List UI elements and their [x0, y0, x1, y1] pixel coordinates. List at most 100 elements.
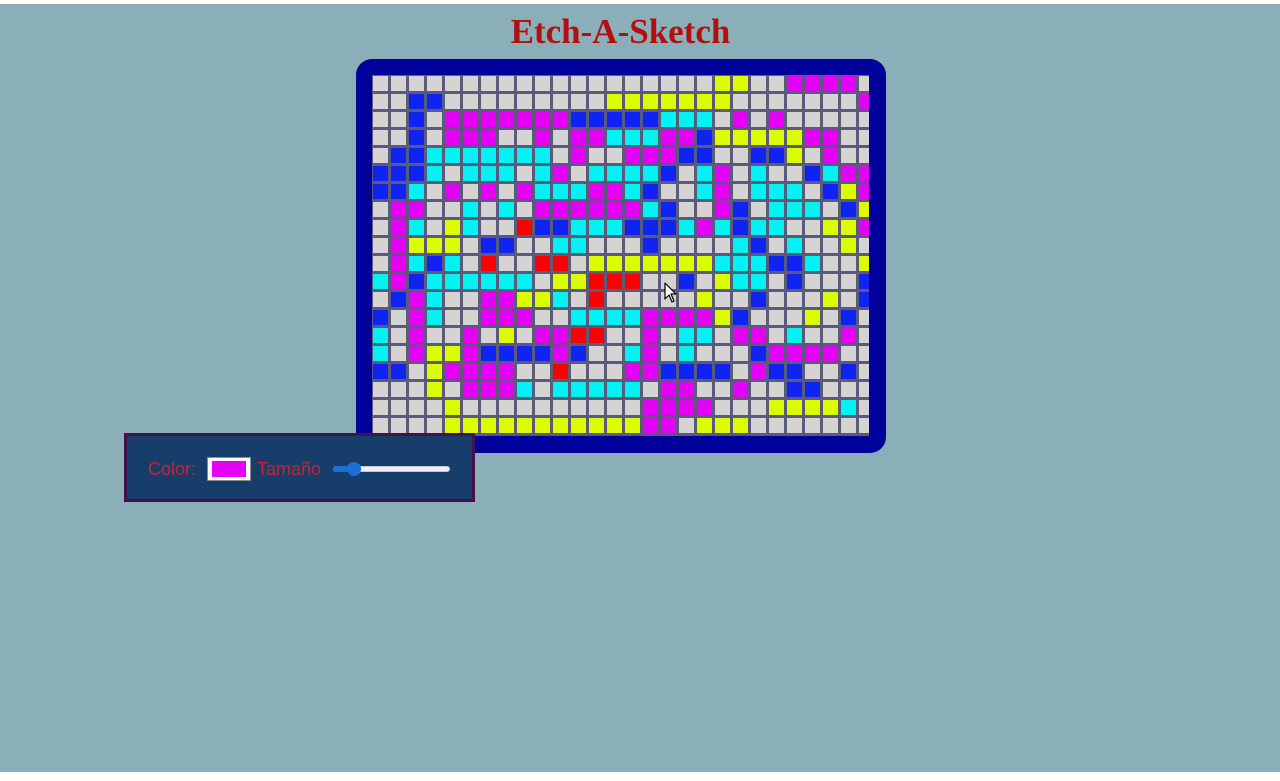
grid-cell[interactable]	[426, 111, 443, 128]
grid-cell[interactable]	[390, 255, 407, 272]
grid-cell[interactable]	[768, 75, 785, 92]
grid-cell[interactable]	[390, 273, 407, 290]
grid-cell[interactable]	[444, 291, 461, 308]
grid-cell[interactable]	[444, 111, 461, 128]
grid-cell[interactable]	[570, 147, 587, 164]
grid-cell[interactable]	[606, 237, 623, 254]
grid-cell[interactable]	[444, 201, 461, 218]
grid-cell[interactable]	[786, 273, 803, 290]
grid-cell[interactable]	[498, 363, 515, 380]
grid-cell[interactable]	[840, 147, 857, 164]
grid-cell[interactable]	[714, 327, 731, 344]
grid-cell[interactable]	[588, 309, 605, 326]
grid-cell[interactable]	[480, 291, 497, 308]
grid-cell[interactable]	[444, 381, 461, 398]
grid-cell[interactable]	[858, 363, 869, 380]
grid-cell[interactable]	[606, 255, 623, 272]
grid-cell[interactable]	[696, 399, 713, 416]
grid-cell[interactable]	[408, 363, 425, 380]
grid-cell[interactable]	[534, 417, 551, 434]
grid-cell[interactable]	[840, 219, 857, 236]
grid-cell[interactable]	[696, 147, 713, 164]
grid-cell[interactable]	[840, 237, 857, 254]
grid-cell[interactable]	[768, 129, 785, 146]
grid-cell[interactable]	[606, 183, 623, 200]
grid-cell[interactable]	[426, 93, 443, 110]
grid-cell[interactable]	[516, 363, 533, 380]
grid-cell[interactable]	[516, 111, 533, 128]
grid-cell[interactable]	[714, 219, 731, 236]
grid-cell[interactable]	[732, 147, 749, 164]
grid-cell[interactable]	[570, 291, 587, 308]
grid-cell[interactable]	[678, 75, 695, 92]
grid-cell[interactable]	[444, 147, 461, 164]
grid-cell[interactable]	[840, 381, 857, 398]
grid-cell[interactable]	[498, 309, 515, 326]
grid-cell[interactable]	[822, 363, 839, 380]
grid-cell[interactable]	[498, 273, 515, 290]
grid-cell[interactable]	[534, 183, 551, 200]
grid-cell[interactable]	[552, 327, 569, 344]
grid-cell[interactable]	[462, 111, 479, 128]
grid-cell[interactable]	[822, 255, 839, 272]
grid-cell[interactable]	[822, 201, 839, 218]
grid-cell[interactable]	[534, 129, 551, 146]
grid-cell[interactable]	[840, 327, 857, 344]
grid-cell[interactable]	[678, 399, 695, 416]
grid-cell[interactable]	[534, 309, 551, 326]
grid-cell[interactable]	[660, 111, 677, 128]
grid-cell[interactable]	[462, 165, 479, 182]
grid-cell[interactable]	[696, 309, 713, 326]
grid-cell[interactable]	[858, 165, 869, 182]
grid-cell[interactable]	[750, 183, 767, 200]
grid-cell[interactable]	[786, 309, 803, 326]
grid-cell[interactable]	[408, 327, 425, 344]
grid-cell[interactable]	[858, 183, 869, 200]
grid-cell[interactable]	[480, 273, 497, 290]
grid-cell[interactable]	[642, 309, 659, 326]
grid-cell[interactable]	[624, 417, 641, 434]
grid-cell[interactable]	[426, 219, 443, 236]
grid-cell[interactable]	[642, 183, 659, 200]
grid-cell[interactable]	[624, 291, 641, 308]
grid-cell[interactable]	[444, 219, 461, 236]
grid-cell[interactable]	[696, 183, 713, 200]
grid-cell[interactable]	[408, 93, 425, 110]
grid-cell[interactable]	[462, 345, 479, 362]
grid-cell[interactable]	[408, 183, 425, 200]
grid-cell[interactable]	[588, 363, 605, 380]
grid-cell[interactable]	[534, 219, 551, 236]
grid-cell[interactable]	[660, 93, 677, 110]
grid-cell[interactable]	[804, 273, 821, 290]
grid-cell[interactable]	[570, 273, 587, 290]
grid-cell[interactable]	[822, 309, 839, 326]
grid-cell[interactable]	[444, 309, 461, 326]
grid-cell[interactable]	[822, 93, 839, 110]
grid-cell[interactable]	[624, 219, 641, 236]
grid-cell[interactable]	[606, 165, 623, 182]
grid-cell[interactable]	[768, 93, 785, 110]
grid-cell[interactable]	[444, 345, 461, 362]
grid-cell[interactable]	[786, 165, 803, 182]
grid-cell[interactable]	[498, 327, 515, 344]
grid-cell[interactable]	[804, 309, 821, 326]
grid-cell[interactable]	[768, 327, 785, 344]
grid-cell[interactable]	[750, 417, 767, 434]
grid-cell[interactable]	[714, 183, 731, 200]
grid-cell[interactable]	[750, 219, 767, 236]
grid-cell[interactable]	[606, 399, 623, 416]
grid-cell[interactable]	[462, 327, 479, 344]
grid-cell[interactable]	[552, 75, 569, 92]
grid-cell[interactable]	[390, 201, 407, 218]
grid-cell[interactable]	[678, 381, 695, 398]
grid-cell[interactable]	[624, 111, 641, 128]
grid-cell[interactable]	[768, 201, 785, 218]
grid-cell[interactable]	[786, 147, 803, 164]
grid-cell[interactable]	[732, 111, 749, 128]
grid-cell[interactable]	[480, 201, 497, 218]
grid-cell[interactable]	[480, 183, 497, 200]
grid-cell[interactable]	[516, 273, 533, 290]
grid-cell[interactable]	[768, 363, 785, 380]
grid-cell[interactable]	[750, 111, 767, 128]
grid-cell[interactable]	[390, 363, 407, 380]
